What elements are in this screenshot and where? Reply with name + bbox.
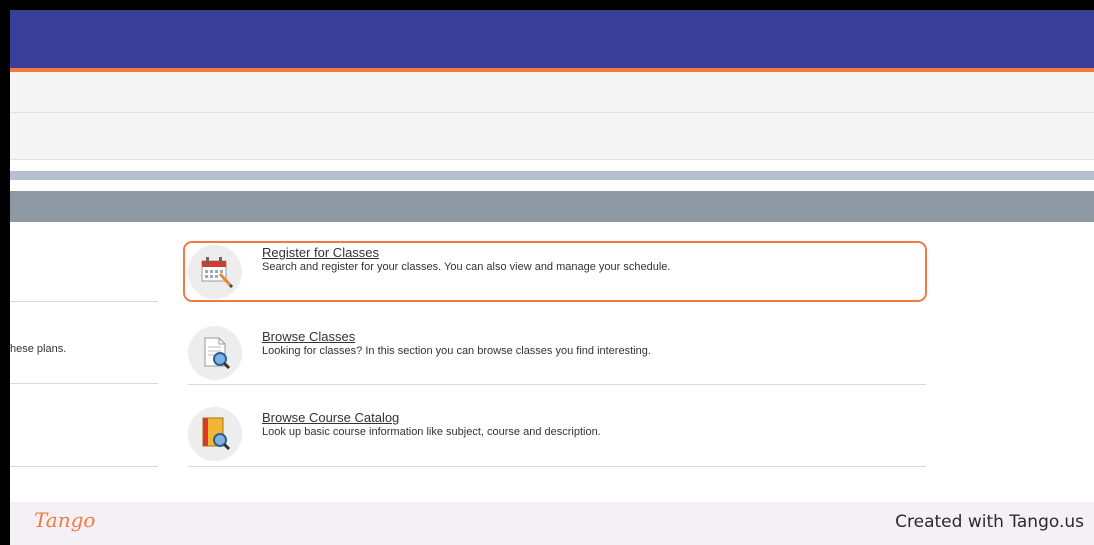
left-row-divider bbox=[10, 383, 158, 384]
tango-footer: Tango Created with Tango.us bbox=[10, 502, 1094, 545]
book-magnifier-icon bbox=[188, 407, 242, 461]
tango-logo: Tango bbox=[34, 508, 96, 532]
highlight-outline bbox=[183, 241, 927, 302]
browse-course-catalog-link[interactable]: Browse Course Catalog bbox=[262, 410, 399, 425]
browse-course-catalog-description: Look up basic course information like su… bbox=[262, 426, 601, 438]
browse-course-catalog-item[interactable]: Browse Course Catalog Look up basic cour… bbox=[188, 407, 926, 467]
left-panel-text: hese plans. bbox=[10, 343, 67, 355]
left-row-divider bbox=[10, 301, 158, 302]
tango-credit: Created with Tango.us bbox=[895, 512, 1084, 532]
app-frame: hese plans. Register for Classes Search … bbox=[10, 10, 1094, 545]
browse-classes-description: Looking for classes? In this section you… bbox=[262, 345, 651, 357]
top-header-bar bbox=[10, 10, 1094, 68]
divider-strip bbox=[10, 171, 1094, 180]
navigation-bar bbox=[10, 72, 1094, 113]
document-magnifier-icon bbox=[188, 326, 242, 380]
browse-classes-item[interactable]: Browse Classes Looking for classes? In t… bbox=[188, 326, 926, 386]
spacer bbox=[10, 180, 1094, 191]
breadcrumb-bar bbox=[10, 113, 1094, 160]
left-row-divider bbox=[10, 466, 158, 467]
section-header-band bbox=[10, 191, 1094, 222]
browse-classes-link[interactable]: Browse Classes bbox=[262, 329, 355, 344]
spacer bbox=[10, 160, 1094, 171]
